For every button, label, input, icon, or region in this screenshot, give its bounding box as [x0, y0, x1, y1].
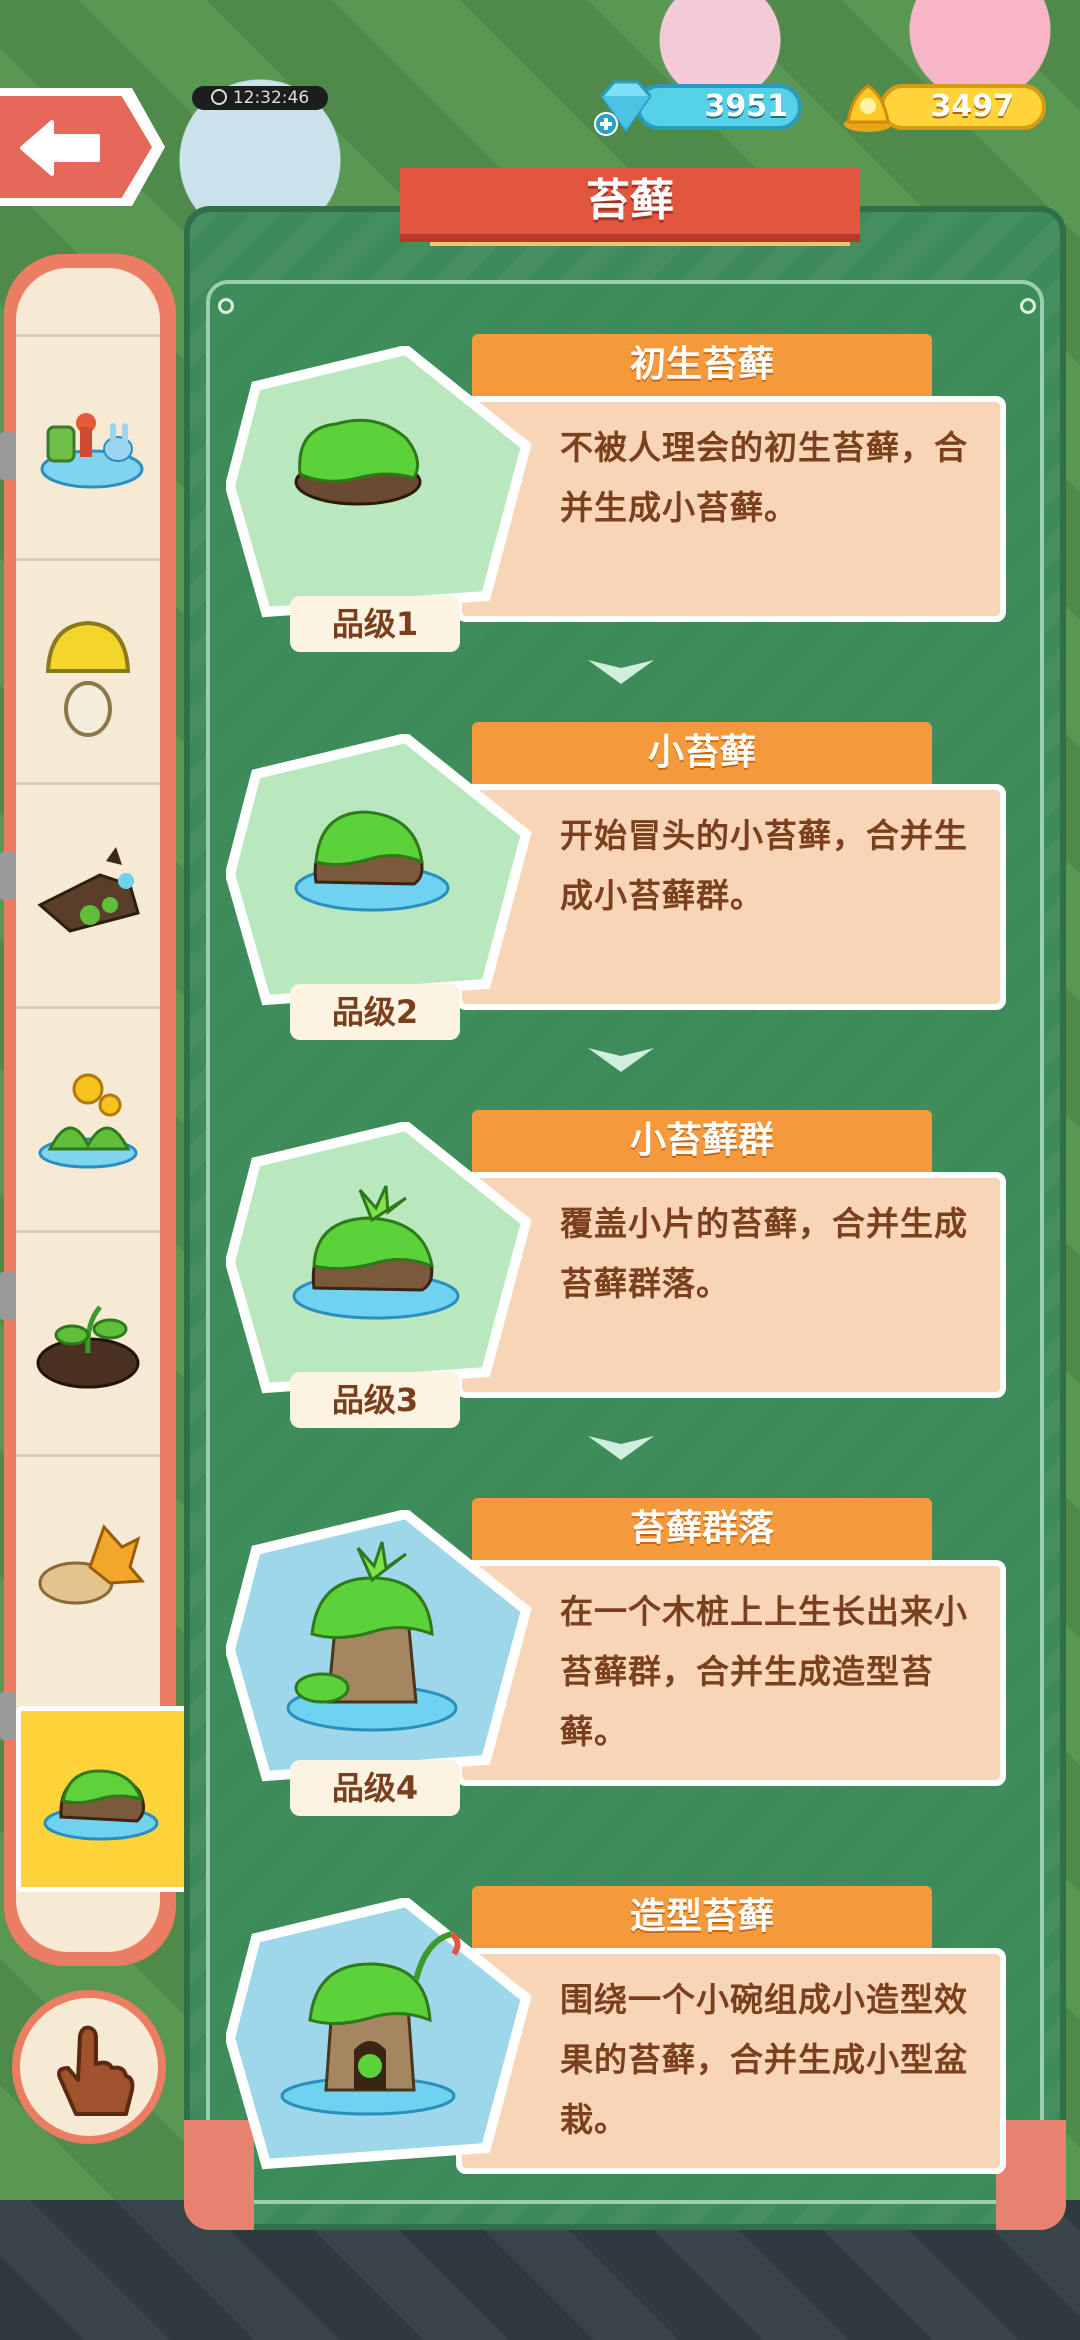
item-grade: 品级1 — [290, 596, 460, 652]
gem-count: 3951 — [704, 89, 789, 124]
gem-counter[interactable]: 3951 — [636, 84, 802, 130]
item-name: 初生苔藓 — [629, 344, 774, 385]
item-name: 苔藓群落 — [629, 1508, 774, 1549]
moss-tier5-icon — [280, 1931, 461, 2116]
sidebar-item-mushroom[interactable] — [16, 558, 160, 782]
pond-with-bunny-icon — [40, 413, 144, 489]
sidebar-clip — [0, 1692, 16, 1740]
item-name: 小苔藓群 — [629, 1120, 774, 1161]
item-desc: 在一个木桩上上生长出来小苔藓群，合并生成造型苔藓。 — [560, 1592, 968, 1751]
panel-title: 苔藓 — [586, 175, 674, 226]
item-desc: 不被人理会的初生苔藓，合并生成小苔藓。 — [560, 428, 968, 527]
item-card[interactable]: 小苔藓 开始冒头的小苔藓，合并生成小苔藓群。 品级2 — [226, 722, 1016, 1052]
back-arrow-icon[interactable] — [18, 118, 104, 178]
item-desc: 围绕一个小碗组成小造型效果的苔藓，合并生成小型盆栽。 — [560, 1980, 968, 2139]
sidebar-item-log[interactable] — [16, 782, 160, 1006]
item-card[interactable]: 造型苔藓 围绕一个小碗组成小造型效果的苔藓，合并生成小型盆栽。 — [226, 1886, 1016, 2216]
yellow-mushroom-icon — [45, 620, 131, 737]
rivet — [1020, 298, 1036, 314]
item-grade: 品级3 — [290, 1372, 460, 1428]
sidebar-item-flower[interactable] — [16, 1006, 160, 1230]
item-grade: 品级2 — [290, 984, 460, 1040]
autumn-leaf-rock-icon — [38, 1524, 146, 1605]
item-desc: 覆盖小片的苔藓，合并生成苔藓群落。 — [560, 1204, 968, 1303]
diamond-plus-icon[interactable] — [592, 78, 658, 136]
item-desc: 开始冒头的小苔藓，合并生成小苔藓群。 — [560, 816, 968, 915]
merge-arrow-icon — [588, 1048, 654, 1072]
clock-badge: 12:32:46 — [192, 86, 328, 110]
item-card[interactable]: 苔藓群落 在一个木桩上上生长出来小苔藓群，合并生成造型苔藓。 品级4 — [226, 1498, 1016, 1828]
sprout-in-soil-icon — [36, 1305, 140, 1389]
item-grade: 品级4 — [290, 1760, 460, 1816]
rivet — [218, 298, 234, 314]
yellow-flower-icon — [38, 1073, 138, 1169]
sidebar-item-leaf[interactable] — [16, 1454, 160, 1678]
merge-arrow-icon — [588, 660, 654, 684]
clock-text: 12:32:46 — [232, 88, 310, 108]
gold-coin-pile-icon — [844, 84, 892, 132]
sidebar-item-moss-active[interactable] — [16, 1706, 190, 1892]
gold-count: 3497 — [930, 89, 1015, 124]
gold-counter[interactable]: 3497 — [880, 84, 1046, 130]
item-card[interactable]: 初生苔藓 不被人理会的初生苔藓，合并生成小苔藓。 品级1 — [226, 334, 1016, 664]
sidebar-item-pond[interactable] — [16, 334, 160, 558]
sidebar-clip — [0, 852, 16, 900]
pointing-hand-icon — [57, 2025, 135, 2116]
mossy-log-icon — [37, 847, 140, 933]
moss-on-rock-icon — [43, 1769, 159, 1841]
moss-tier4-icon — [286, 1541, 458, 1732]
sidebar-clip — [0, 1272, 16, 1320]
item-name: 小苔藓 — [647, 732, 756, 773]
item-name: 造型苔藓 — [629, 1896, 774, 1937]
merge-arrow-icon — [588, 1436, 654, 1460]
hint-hand-button[interactable] — [12, 1990, 166, 2144]
item-card[interactable]: 小苔藓群 覆盖小片的苔藓，合并生成苔藓群落。 品级3 — [226, 1110, 1016, 1440]
clock-icon — [210, 89, 227, 105]
moss-tier1-icon — [294, 418, 422, 506]
sidebar-clip — [0, 432, 16, 480]
moss-tier2-icon — [294, 810, 450, 912]
moss-tier3-icon — [292, 1185, 460, 1320]
sidebar-item-sprout[interactable] — [16, 1230, 160, 1454]
